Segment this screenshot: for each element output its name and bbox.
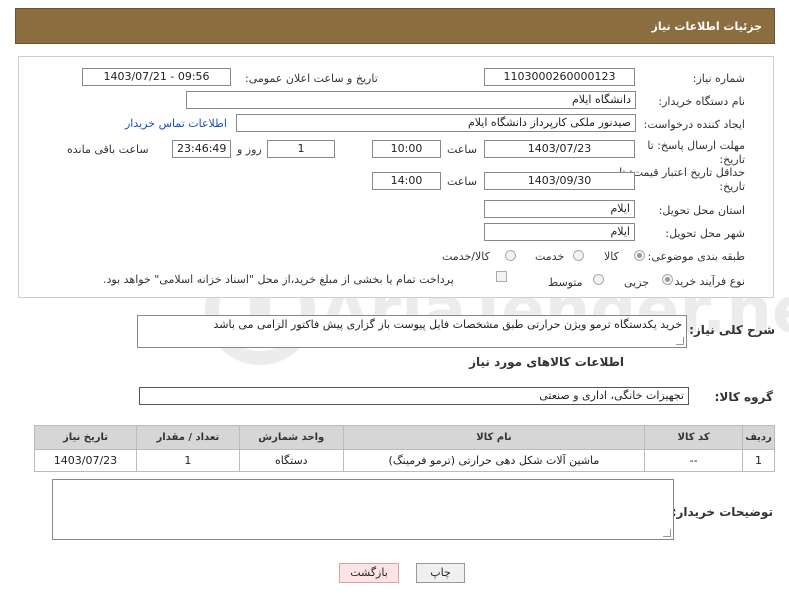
remaining-time-field: 23:46:49 <box>172 140 231 158</box>
col-unit: واحد شمارش <box>238 425 344 450</box>
buyer-org-field: دانشگاه ایلام <box>186 91 636 109</box>
buyer-contact-link[interactable]: اطلاعات تماس خریدار <box>125 117 227 130</box>
buyer-notes-label: توضیحات خریدار: <box>671 505 773 519</box>
process-label: نوع فرآیند خرید : <box>667 275 745 288</box>
goods-section-title: اطلاعات کالاهای مورد نیاز <box>469 355 624 369</box>
process-radio-medium[interactable] <box>593 274 604 285</box>
col-code: کد کالا <box>644 425 744 450</box>
page-title: جزئیات اطلاعات نیاز <box>651 20 763 33</box>
goods-group-field: تجهیزات خانگی، اداری و صنعتی <box>139 387 689 405</box>
resize-handle-icon[interactable] <box>663 529 671 537</box>
need-number-field: 1103000260000123 <box>484 68 635 86</box>
col-date: تاریخ نیاز <box>34 425 137 450</box>
category-radio-service[interactable] <box>573 250 584 261</box>
category-option-service: خدمت <box>535 250 565 263</box>
cell-code: -- <box>644 449 744 472</box>
cell-qty: 1 <box>135 449 240 472</box>
creator-label: ایجاد کننده درخواست: <box>643 118 745 131</box>
goods-group-label: گروه کالا: <box>714 390 773 404</box>
category-radio-goods-service[interactable] <box>505 250 516 261</box>
days-label: روز و <box>237 143 262 156</box>
col-name: نام کالا <box>342 425 646 450</box>
table-header-row: ردیف کد کالا نام کالا واحد شمارش تعداد /… <box>34 425 775 450</box>
buyer-notes-textarea[interactable] <box>52 479 674 540</box>
province-label: استان محل تحویل: <box>658 204 745 217</box>
category-radio-goods[interactable] <box>634 250 645 261</box>
description-text: خرید یکدستگاه ترمو ویژن حرارتی طبق مشخصا… <box>213 318 683 331</box>
treasury-payment-checkbox[interactable] <box>496 271 507 282</box>
days-field: 1 <box>267 140 335 158</box>
validity-time-label: ساعت <box>447 175 477 188</box>
cell-name: ماشین آلات شکل دهی حرارتی (ترمو فرمینگ) <box>342 449 646 472</box>
process-option-minor: جزیی <box>624 276 650 289</box>
province-field: ایلام <box>484 200 635 218</box>
deadline-label: مهلت ارسال پاسخ: تا تاریخ: <box>647 139 745 166</box>
validity-date-field: 1403/09/30 <box>484 172 635 190</box>
print-button[interactable]: چاپ <box>416 563 465 583</box>
creator-field: صیدنور ملکی کارپرداز دانشگاه ایلام <box>236 114 636 132</box>
cell-date: 1403/07/23 <box>34 449 137 472</box>
process-radio-minor[interactable] <box>662 274 673 285</box>
category-option-goods: کالا <box>604 250 619 263</box>
deadline-time-field: 10:00 <box>372 140 441 158</box>
table-row: 1 -- ماشین آلات شکل دهی حرارتی (ترمو فرم… <box>34 449 775 472</box>
category-option-goods-service: کالا/خدمت <box>442 250 490 263</box>
validity-time-field: 14:00 <box>372 172 441 190</box>
remaining-time-label: ساعت باقی مانده <box>67 143 149 156</box>
page-header: جزئیات اطلاعات نیاز <box>15 8 775 44</box>
resize-handle-icon[interactable] <box>676 337 684 345</box>
process-option-medium: متوسط <box>548 276 583 289</box>
back-button[interactable]: بازگشت <box>339 563 399 583</box>
col-qty: تعداد / مقدار <box>135 425 240 450</box>
deadline-time-label: ساعت <box>447 143 477 156</box>
deadline-date-field: 1403/07/23 <box>484 140 635 158</box>
city-field: ایلام <box>484 223 635 241</box>
cell-unit: دستگاه <box>238 449 344 472</box>
buyer-org-label: نام دستگاه خریدار: <box>658 95 745 108</box>
cell-row: 1 <box>742 449 775 472</box>
description-textarea[interactable]: خرید یکدستگاه ترمو ویژن حرارتی طبق مشخصا… <box>137 315 687 348</box>
announce-date-field: 1403/07/21 - 09:56 <box>82 68 231 86</box>
announce-date-label: تاریخ و ساعت اعلان عمومی: <box>245 72 378 85</box>
treasury-payment-note: پرداخت تمام یا بخشی از مبلغ خرید،از محل … <box>103 273 454 286</box>
city-label: شهر محل تحویل: <box>665 227 745 240</box>
need-number-label: شماره نیاز: <box>692 72 745 85</box>
goods-table: ردیف کد کالا نام کالا واحد شمارش تعداد /… <box>34 425 775 472</box>
col-row: ردیف <box>742 425 775 450</box>
description-label: شرح کلی نیاز: <box>689 323 775 337</box>
category-label: طبقه بندی موضوعی: <box>647 250 745 263</box>
